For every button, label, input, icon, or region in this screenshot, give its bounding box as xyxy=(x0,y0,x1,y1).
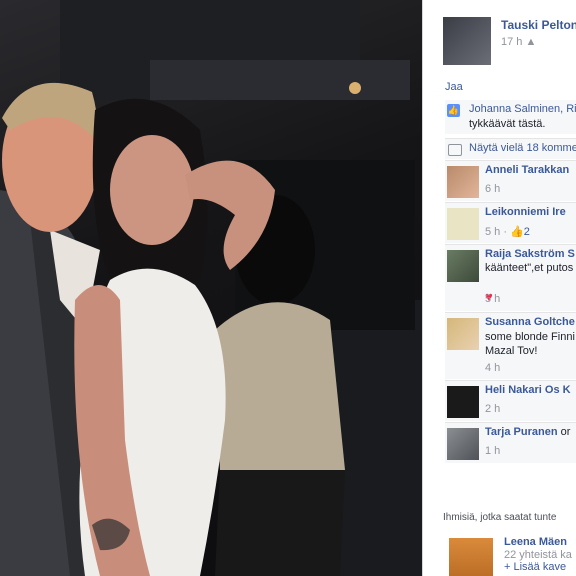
share-link[interactable]: Jaa xyxy=(445,81,463,93)
author-name[interactable]: Tauski Pelton xyxy=(501,18,576,32)
friend-name[interactable]: Leena Mäen xyxy=(504,536,567,548)
comment-like-count[interactable]: 2 xyxy=(524,226,530,238)
comment-item: Tarja Puranen or 1 h xyxy=(445,422,576,463)
comment-time[interactable]: 2 h xyxy=(485,403,500,415)
photo-illustration xyxy=(0,0,422,576)
post-timestamp[interactable]: 17 h ▲ xyxy=(501,36,536,48)
author-avatar[interactable] xyxy=(443,17,491,65)
comment-time[interactable]: 6 h xyxy=(485,183,500,195)
likes-summary: 👍 Johanna Salminen, Ri tykkäävät tästä. xyxy=(445,100,576,134)
view-more-label[interactable]: Näytä vielä 18 komme xyxy=(469,142,576,154)
commenter-name[interactable]: Raija Sakström S xyxy=(485,248,575,260)
mutual-friends[interactable]: 22 yhteistä ka xyxy=(504,549,572,561)
comment-meta: 5 h · 👍2 xyxy=(485,225,530,238)
add-friend-button[interactable]: + Lisää kave xyxy=(504,561,566,573)
commenter-name[interactable]: Susanna Goltche xyxy=(485,316,575,328)
people-you-may-know-title: Ihmisiä, jotka saatat tunte xyxy=(443,512,557,523)
add-friend-label[interactable]: Lisää kave xyxy=(514,561,567,573)
comment-text-line2: Mazal Tov! xyxy=(485,345,538,357)
comment-text: käänteet",et putos xyxy=(485,262,574,274)
commenter-name[interactable]: Tarja Puranen xyxy=(485,426,558,438)
comments-icon xyxy=(448,144,462,156)
commenter-avatar[interactable] xyxy=(447,208,479,240)
comment-item: Susanna Goltche some blonde Finni Mazal … xyxy=(445,312,576,379)
commenter-avatar[interactable] xyxy=(447,166,479,198)
comment-time[interactable]: 5 h xyxy=(485,293,500,305)
commenter-name[interactable]: Heli Nakari Os K xyxy=(485,384,571,396)
commenter-avatar[interactable] xyxy=(447,386,479,418)
comment-text: or xyxy=(557,426,571,438)
add-friend-icon: + xyxy=(504,561,511,573)
commenter-name[interactable]: Anneli Tarakkan xyxy=(485,164,569,176)
commenter-avatar[interactable] xyxy=(447,428,479,460)
friend-avatar[interactable] xyxy=(449,538,493,576)
view-more-comments[interactable]: Näytä vielä 18 komme xyxy=(445,138,576,159)
comment-item: Raija Sakström S käänteet",et putos ♥ 5 … xyxy=(445,244,576,311)
comment-item: Heli Nakari Os K 2 h xyxy=(445,380,576,421)
commenter-avatar[interactable] xyxy=(447,250,479,282)
commenter-avatar[interactable] xyxy=(447,318,479,350)
post-time[interactable]: 17 h xyxy=(501,36,522,48)
comment-like-icon: 👍 xyxy=(510,226,524,238)
comment-time[interactable]: 1 h xyxy=(485,445,500,457)
commenter-name[interactable]: Leikonniemi Ire xyxy=(485,206,566,218)
likes-suffix: tykkäävät tästä. xyxy=(469,118,546,130)
comment-item: Leikonniemi Ire 5 h · 👍2 xyxy=(445,202,576,243)
comment-item: Anneli Tarakkan 6 h xyxy=(445,160,576,201)
comment-text: some blonde Finni xyxy=(485,331,575,343)
likes-names[interactable]: Johanna Salminen, Ri xyxy=(469,103,576,115)
comment-time[interactable]: 4 h xyxy=(485,362,500,374)
post-sidebar: Tauski Pelton 17 h ▲ Jaa 👍 Johanna Salmi… xyxy=(422,0,576,576)
commenter-name-line: Tarja Puranen or xyxy=(485,426,570,438)
like-thumb-icon: 👍 xyxy=(447,104,460,117)
audience-icon: ▲ xyxy=(525,36,537,48)
post-photo[interactable] xyxy=(0,0,422,576)
friend-suggestion: Leena Mäen 22 yhteistä ka + Lisää kave xyxy=(443,532,576,576)
comment-time[interactable]: 5 h · xyxy=(485,226,510,238)
